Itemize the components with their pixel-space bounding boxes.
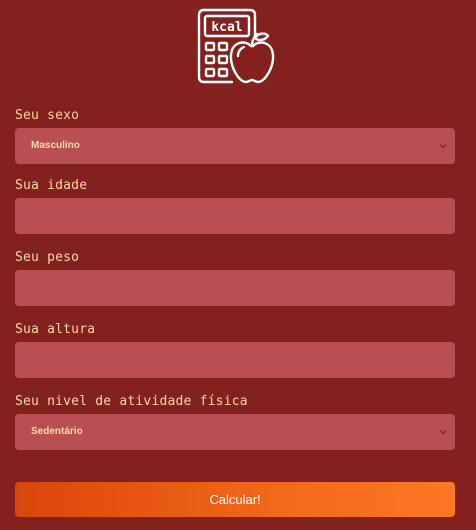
height-input[interactable] <box>15 342 455 378</box>
sex-field: Seu sexo Masculino <box>15 108 455 164</box>
sex-select[interactable]: Masculino <box>15 128 455 164</box>
weight-input[interactable] <box>15 270 455 306</box>
weight-input-box <box>15 270 455 306</box>
logo: kcal <box>195 6 275 86</box>
activity-select[interactable]: Sedentário <box>15 414 455 450</box>
calculator-apple-icon: kcal <box>197 8 275 84</box>
height-field: Sua altura <box>15 322 455 378</box>
sex-select-value: Masculino <box>31 140 80 151</box>
age-field: Sua idade <box>15 178 455 234</box>
calorie-calculator-page: kcal Seu sexo Masculino Sua idade Seu pe… <box>0 0 476 530</box>
chevron-down-icon <box>439 142 447 150</box>
sex-label: Seu sexo <box>15 108 80 123</box>
age-label: Sua idade <box>15 178 88 193</box>
weight-label: Seu peso <box>15 250 80 265</box>
height-input-box <box>15 342 455 378</box>
calculate-button[interactable]: Calcular! <box>15 482 455 517</box>
weight-field: Seu peso <box>15 250 455 306</box>
logo-text: kcal <box>211 20 242 35</box>
age-input-box <box>15 198 455 234</box>
height-label: Sua altura <box>15 322 96 337</box>
activity-select-value: Sedentário <box>31 426 83 437</box>
activity-label: Seu nivel de atividade física <box>15 394 248 409</box>
age-input[interactable] <box>15 198 455 234</box>
activity-field: Seu nivel de atividade física Sedentário <box>15 394 455 450</box>
chevron-down-icon <box>439 428 447 436</box>
